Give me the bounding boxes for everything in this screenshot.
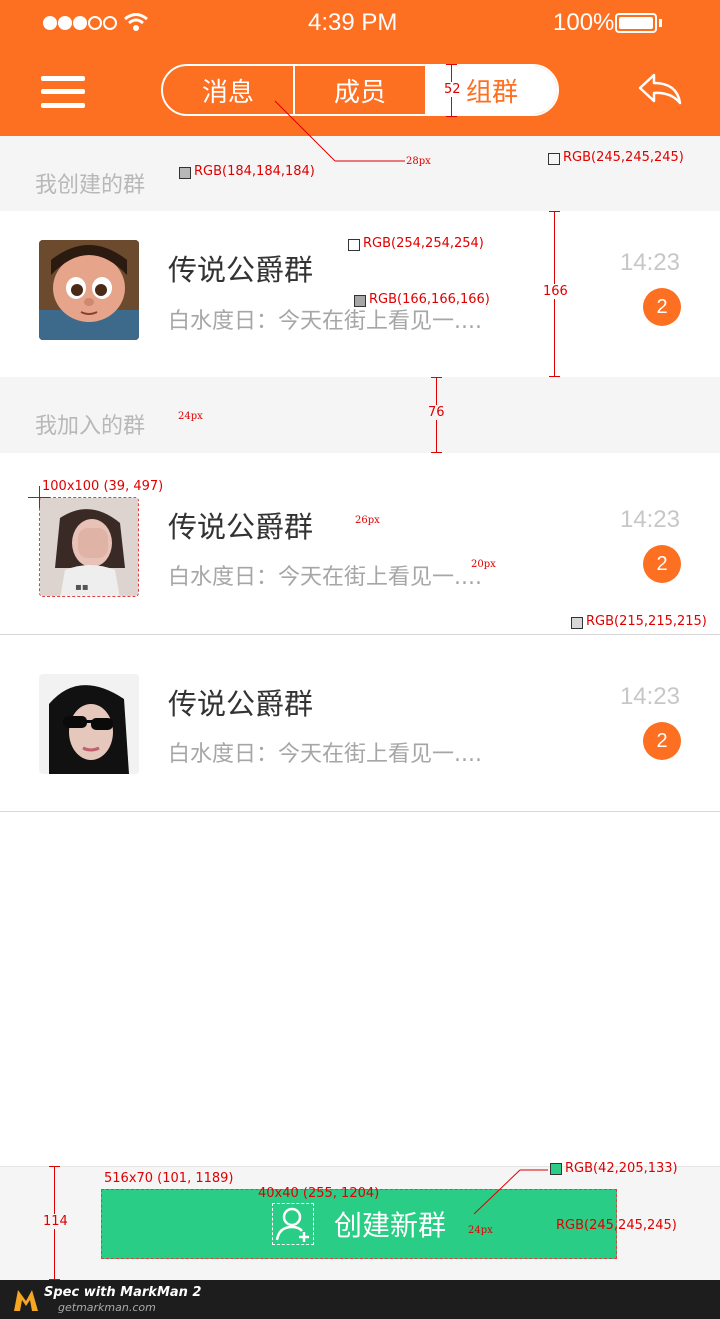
annotation-leader: [473, 1169, 548, 1215]
annotation-divider-color: RGB(215,215,215): [586, 614, 707, 629]
signal-dot-3: [73, 16, 87, 30]
back-arrow-icon[interactable]: [637, 72, 683, 106]
annotation-section-font: 24px: [178, 411, 203, 422]
group-last-message: 白水度日：今天在街上看见一....: [168, 309, 482, 334]
add-group-icon: [271, 1203, 314, 1245]
section-created-title: 我创建的群: [35, 173, 146, 198]
svg-text:▪▪: ▪▪: [75, 582, 89, 593]
annotation-btn-color: RGB(42,205,133): [565, 1161, 678, 1176]
annotation-footer-color: RGB(245,245,245): [556, 1218, 677, 1233]
wifi-icon: [124, 13, 148, 31]
signal-dot-4: [88, 16, 102, 30]
annotation-btn-spec: 516x70 (101, 1189): [104, 1171, 234, 1186]
row-divider: [0, 811, 720, 812]
annotation-icon-spec: 40x40 (255, 1204): [258, 1186, 380, 1201]
signal-dot-1: [43, 16, 57, 30]
group-row[interactable]: 传说公爵群 白水度日：今天在街上看见一.... 14:23 2: [0, 635, 720, 811]
group-name: 传说公爵群: [168, 687, 314, 721]
battery-icon: [615, 13, 657, 33]
annotation-seg-font: 28px: [406, 156, 431, 167]
annotation-name-font: 26px: [355, 515, 380, 526]
annotation-section-title-color: RGB(184,184,184): [194, 164, 315, 179]
annotation-tick: [549, 211, 560, 212]
annotation-footer-height: 114: [43, 1214, 68, 1229]
color-swatch: [348, 239, 360, 251]
annotation-name-color: RGB(254,254,254): [363, 236, 484, 251]
annotation-tick: [446, 64, 457, 65]
annotation-section-height: 76: [428, 405, 445, 420]
annotation-leader: [274, 100, 405, 162]
unread-badge: 2: [643, 545, 681, 583]
annotation-msg-color: RGB(166,166,166): [369, 292, 490, 307]
markman-url: getmarkman.com: [58, 1301, 156, 1314]
annotation-avatar-spec: 100x100 (39, 497): [42, 479, 164, 494]
color-swatch: [571, 617, 583, 629]
group-time: 14:23: [619, 683, 680, 710]
annotation-section-bg: RGB(245,245,245): [563, 150, 684, 165]
annotation-btn-font: 24px: [468, 1225, 493, 1236]
annotation-tick: [49, 1166, 60, 1167]
annotation-seg-height: 52: [444, 82, 461, 97]
color-swatch: [550, 1163, 562, 1175]
color-swatch: [354, 295, 366, 307]
unread-badge: 2: [643, 722, 681, 760]
group-time: 14:23: [619, 249, 680, 276]
markman-title: Spec with MarkMan 2: [44, 1285, 202, 1300]
woman-sunglasses-avatar: [39, 674, 139, 774]
signal-dot-2: [58, 16, 72, 30]
group-name: 传说公爵群: [168, 510, 314, 544]
markman-watermark: Spec with MarkMan 2 getmarkman.com: [0, 1280, 720, 1319]
status-time: 4:39 PM: [308, 9, 398, 36]
color-swatch: [548, 153, 560, 165]
annotation-row-height: 166: [543, 284, 568, 299]
group-last-message: 白水度日：今天在街上看见一....: [168, 565, 482, 590]
section-joined-title: 我加入的群: [35, 414, 146, 439]
group-time: 14:23: [619, 506, 680, 533]
signal-dot-5: [103, 16, 117, 30]
section-joined-bar: 我加入的群: [0, 377, 720, 453]
annotation-msg-font: 20px: [471, 559, 496, 570]
annotation-tick: [431, 377, 442, 378]
create-group-label: 创建新群: [333, 1209, 446, 1242]
menu-icon[interactable]: [41, 76, 85, 108]
cartoon-girl-avatar: [39, 240, 139, 340]
unread-badge: 2: [643, 288, 681, 326]
color-swatch: [179, 167, 191, 179]
annotation-tick: [446, 116, 457, 117]
group-row[interactable]: 传说公爵群 白水度日：今天在街上看见一.... 14:23 2: [0, 211, 720, 377]
woman-covering-face-avatar: ▪▪: [39, 497, 139, 597]
group-last-message: 白水度日：今天在街上看见一....: [168, 742, 482, 767]
markman-logo-icon: [14, 1290, 38, 1311]
group-name: 传说公爵群: [168, 253, 314, 287]
annotation-crosshair: [39, 486, 40, 508]
battery-tip: [659, 19, 662, 27]
battery-percent: 100%: [553, 9, 615, 36]
